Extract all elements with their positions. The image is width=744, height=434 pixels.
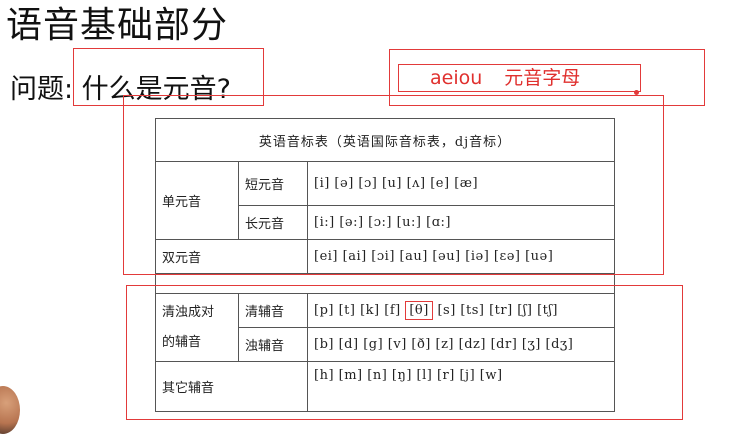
consonants-annotation-box: [126, 285, 683, 420]
slide-title: 语音基础部分: [6, 5, 229, 46]
vowels-annotation-box: [123, 95, 664, 275]
vowel-annotation-inner-box: [398, 64, 641, 92]
presenter-avatar: [0, 386, 20, 434]
